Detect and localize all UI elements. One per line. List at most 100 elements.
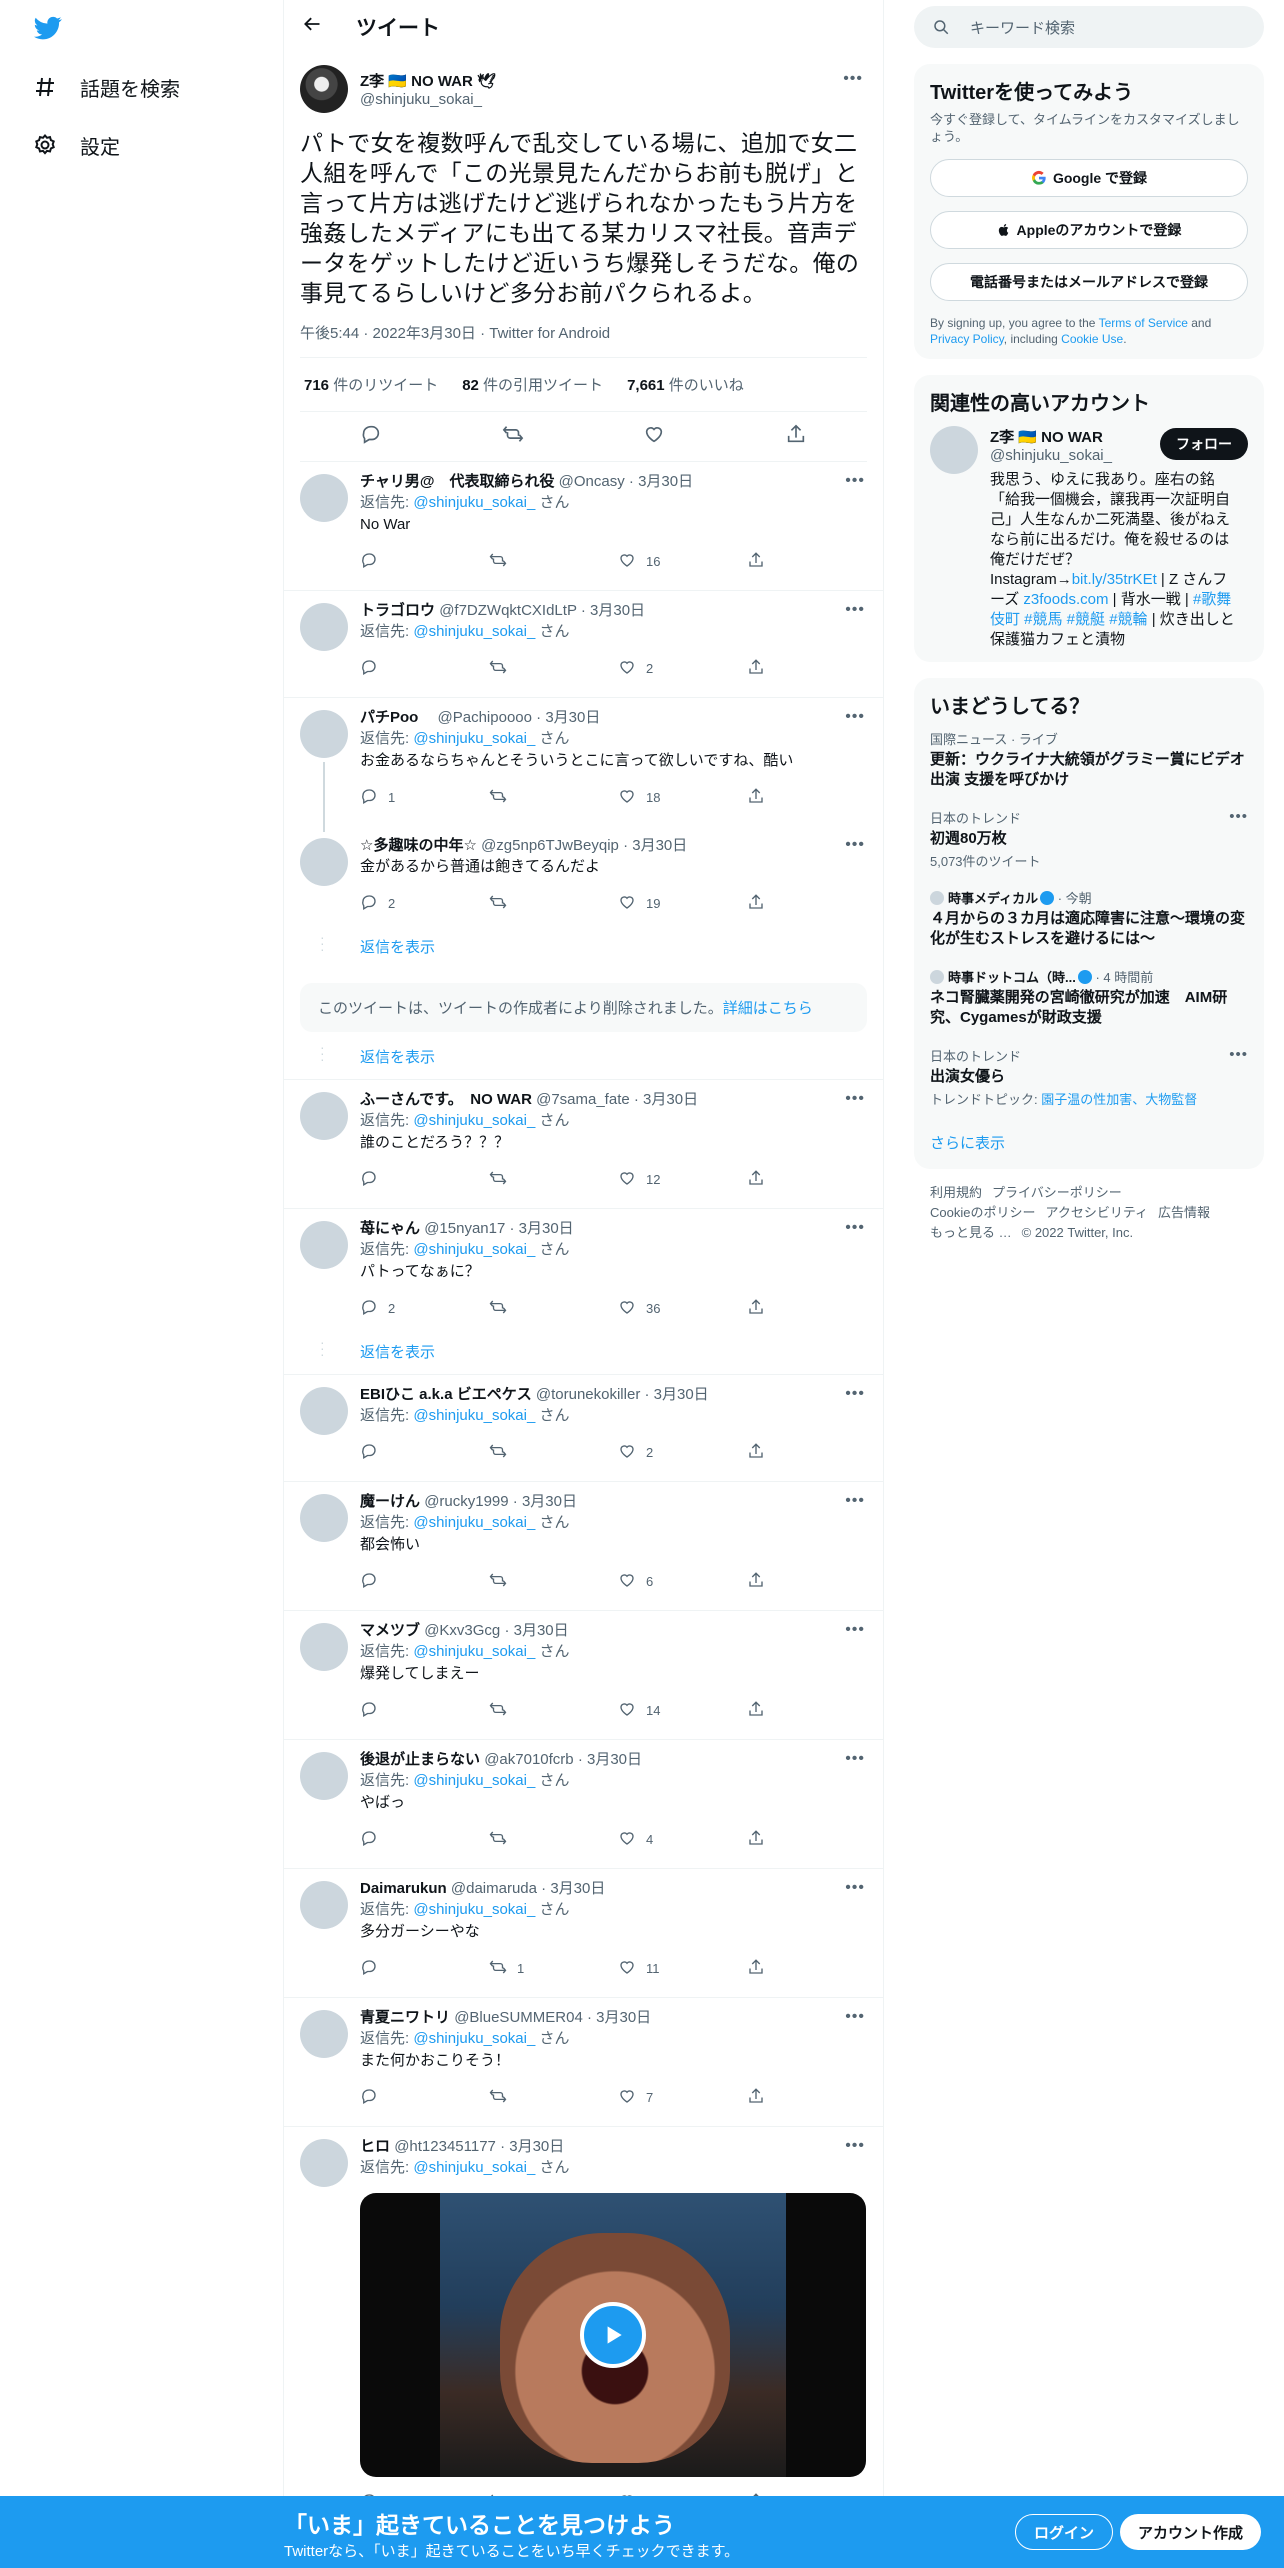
reply-date[interactable]: · 3月30日 xyxy=(578,1751,642,1768)
reply-tweet[interactable]: ••• 青夏ニワトリ @BlueSUMMER04 · 3月30日 返信先: @shi… xyxy=(284,1998,883,2127)
more-options-icon[interactable]: ••• xyxy=(845,1879,865,1897)
phone-email-signup-button[interactable]: 電話番号またはメールアドレスで登録 xyxy=(930,263,1248,301)
more-options-icon[interactable]: ••• xyxy=(845,2137,865,2155)
reply-author-handle[interactable]: @f7DZWqktCXIdLtP xyxy=(439,602,577,619)
reply-author-name[interactable]: マメツブ xyxy=(360,1622,420,1639)
trend-item[interactable]: 日本のトレンド 初週80万枚 5,073件のツイート ••• xyxy=(930,808,1248,870)
like-button[interactable]: 16 xyxy=(618,551,747,572)
retweet-button[interactable] xyxy=(489,1169,618,1190)
more-options-icon[interactable]: ••• xyxy=(1229,1046,1248,1063)
avatar[interactable] xyxy=(300,2010,348,2058)
reply-to-handle[interactable]: @shinjuku_sokai_ xyxy=(413,1407,535,1424)
reply-author-name[interactable]: 後退が止まらない xyxy=(360,1751,480,1768)
more-options-icon[interactable]: ••• xyxy=(845,1090,865,1108)
cookie-link[interactable]: Cookie Use xyxy=(1061,332,1123,346)
reply-author-handle[interactable]: @Pachipoooo xyxy=(423,709,532,726)
share-button[interactable] xyxy=(747,551,765,572)
share-button[interactable] xyxy=(747,1442,765,1463)
avatar[interactable] xyxy=(930,426,978,474)
reply-author-name[interactable]: ふーさんです。 NO WAR xyxy=(360,1091,532,1108)
avatar[interactable] xyxy=(300,2139,348,2187)
reply-author-handle[interactable]: @Oncasy xyxy=(559,473,625,490)
more-options-icon[interactable]: ••• xyxy=(845,708,865,726)
reply-date[interactable]: · 3月30日 xyxy=(504,1622,568,1639)
like-icon[interactable] xyxy=(643,423,665,450)
signup-button[interactable]: アカウント作成 xyxy=(1120,2514,1262,2550)
reply-to-handle[interactable]: @shinjuku_sokai_ xyxy=(413,1643,535,1660)
share-button[interactable] xyxy=(747,1829,765,1850)
reply-author-handle[interactable]: @rucky1999 xyxy=(424,1493,508,1510)
reply-tweet[interactable]: ••• ☆多趣味の中年☆ @zg5np6TJwBeyqip · 3月30日 金がある… xyxy=(284,826,883,932)
like-button[interactable]: 4 xyxy=(618,1829,747,1850)
retweet-button[interactable] xyxy=(489,787,618,808)
reply-date[interactable]: · 3月30日 xyxy=(587,2009,651,2026)
tweet-meta[interactable]: 午後5:44 · 2022年3月30日 · Twitter for Androi… xyxy=(300,322,867,358)
learn-more-link[interactable]: 詳細はこちら xyxy=(723,1000,813,1017)
retweet-button[interactable] xyxy=(489,1442,618,1463)
reply-author-handle[interactable]: @daimaruda xyxy=(451,1880,537,1897)
reply-author-name[interactable]: 苺にゃん xyxy=(360,1220,420,1237)
reply-date[interactable]: · 3月30日 xyxy=(513,1493,577,1510)
reply-author-handle[interactable]: @ht123451177 xyxy=(394,2138,496,2155)
reply-tweet[interactable]: ••• EBIひこ a.k.a ビエペケス @torunekokiller · 3… xyxy=(284,1375,883,1482)
nav-settings[interactable]: 設定 xyxy=(32,125,120,165)
reply-button[interactable] xyxy=(360,1700,489,1721)
retweet-button[interactable] xyxy=(489,658,618,679)
avatar[interactable] xyxy=(300,474,348,522)
terms-link[interactable]: Terms of Service xyxy=(1099,316,1188,330)
more-options-icon[interactable]: ••• xyxy=(845,1621,865,1639)
share-button[interactable] xyxy=(747,658,765,679)
reply-button[interactable] xyxy=(360,1571,489,1592)
reply-tweet[interactable]: ••• Daimarukun @daimaruda · 3月30日 返信先: @sh… xyxy=(284,1869,883,1998)
more-options-icon[interactable]: ••• xyxy=(845,1750,865,1768)
bio-link[interactable]: z3foods.com xyxy=(1023,591,1108,608)
trend-topic-link[interactable]: 園子温の性加害、大物監督 xyxy=(1041,1092,1197,1107)
reply-date[interactable]: · 3月30日 xyxy=(644,1386,708,1403)
share-button[interactable] xyxy=(747,1571,765,1592)
reply-button[interactable]: 2 xyxy=(360,893,489,914)
retweet-button[interactable] xyxy=(489,893,618,914)
share-icon[interactable] xyxy=(785,423,807,450)
show-replies-link[interactable]: · · · 返信を表示 xyxy=(284,1335,883,1375)
reply-button[interactable]: 2 xyxy=(360,1298,489,1319)
footer-privacy-link[interactable]: プライバシーポリシー xyxy=(992,1185,1122,1200)
reply-to-handle[interactable]: @shinjuku_sokai_ xyxy=(413,1112,535,1129)
reply-button[interactable] xyxy=(360,2087,489,2108)
author-name[interactable]: Z李 🇺🇦 NO WAR 🕊 xyxy=(360,70,496,91)
like-button[interactable]: 2 xyxy=(618,658,747,679)
reply-author-handle[interactable]: @zg5np6TJwBeyqip xyxy=(481,837,619,854)
reply-button[interactable] xyxy=(360,1169,489,1190)
avatar[interactable] xyxy=(300,603,348,651)
avatar[interactable] xyxy=(300,1387,348,1435)
reply-author-handle[interactable]: @Kxv3Gcg xyxy=(424,1622,500,1639)
avatar[interactable] xyxy=(300,1494,348,1542)
reply-icon[interactable] xyxy=(360,423,382,450)
reply-date[interactable]: · 3月30日 xyxy=(541,1880,605,1897)
reply-button[interactable]: 1 xyxy=(360,787,489,808)
show-more-link[interactable]: さらに表示 xyxy=(930,1132,1248,1153)
show-replies-link[interactable]: · · · 返信を表示 xyxy=(284,1040,883,1080)
reply-author-name[interactable]: パチPoo xyxy=(360,709,418,726)
apple-signup-button[interactable]: Appleのアカウントで登録 xyxy=(930,211,1248,249)
retweet-icon[interactable] xyxy=(502,423,524,450)
reply-tweet[interactable]: ••• トラゴロウ @f7DZWqktCXIdLtP · 3月30日 返信先: @s… xyxy=(284,591,883,698)
twitter-logo-icon[interactable] xyxy=(32,14,64,42)
video-thumbnail[interactable] xyxy=(360,2193,866,2477)
play-icon[interactable] xyxy=(580,2302,646,2368)
share-button[interactable] xyxy=(747,1169,765,1190)
like-button[interactable]: 6 xyxy=(618,1571,747,1592)
reply-date[interactable]: · 3月30日 xyxy=(509,1220,573,1237)
reply-date[interactable]: · 3月30日 xyxy=(629,473,693,490)
more-options-icon[interactable]: ••• xyxy=(845,836,865,854)
google-signup-button[interactable]: Google で登録 xyxy=(930,159,1248,197)
retweet-button[interactable] xyxy=(489,1829,618,1850)
share-button[interactable] xyxy=(747,787,765,808)
like-button[interactable]: 19 xyxy=(618,893,747,914)
reply-author-name[interactable]: 魔ーけん xyxy=(360,1493,420,1510)
reply-to-handle[interactable]: @shinjuku_sokai_ xyxy=(413,730,535,747)
reply-tweet[interactable]: ••• チャリ男@ 代表取締られ役 @Oncasy · 3月30日 返信先: @sh… xyxy=(284,462,883,591)
like-count[interactable]: 7,661 件のいいね xyxy=(627,374,744,395)
trend-item[interactable]: 時事メディカル · 今朝 ４月からの３カ月は適応障害に注意～環境の変化が生むスト… xyxy=(930,888,1248,949)
like-button[interactable]: 18 xyxy=(618,787,747,808)
show-replies-link[interactable]: · · · 返信を表示 xyxy=(284,930,883,969)
